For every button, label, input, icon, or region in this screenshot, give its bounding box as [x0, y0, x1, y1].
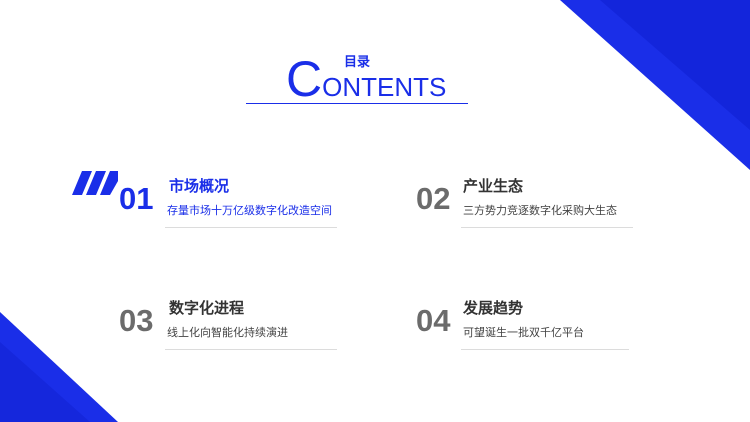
- stripes-icon: [72, 171, 118, 195]
- item-divider: [461, 227, 633, 228]
- item-title: 发展趋势: [463, 300, 524, 317]
- contents-heading-rest: ONTENTS: [322, 72, 447, 102]
- toc-item-03[interactable]: 03 数字化进程 线上化向智能化持续演进: [119, 297, 337, 357]
- corner-decoration-top-right: [560, 0, 750, 170]
- toc-item-04[interactable]: 04 发展趋势 可望诞生一批双千亿平台: [416, 297, 629, 357]
- item-title: 市场概况: [169, 178, 230, 195]
- item-divider: [165, 349, 337, 350]
- item-divider: [461, 349, 629, 350]
- contents-header: 目录 CONTENTS: [246, 48, 468, 108]
- contents-heading: CONTENTS: [286, 54, 446, 104]
- item-number: 03: [119, 303, 154, 338]
- item-number: 02: [416, 181, 451, 216]
- contents-heading-initial: C: [286, 51, 323, 107]
- toc-item-02[interactable]: 02 产业生态 三方势力竞逐数字化采购大生态: [416, 175, 633, 235]
- item-description: 存量市场十万亿级数字化改造空间: [167, 205, 332, 217]
- item-description: 可望诞生一批双千亿平台: [463, 327, 584, 339]
- item-number: 01: [119, 181, 154, 216]
- item-description: 三方势力竞逐数字化采购大生态: [463, 205, 617, 217]
- item-title: 数字化进程: [169, 300, 245, 317]
- item-divider: [165, 227, 337, 228]
- toc-item-01[interactable]: 01 市场概况 存量市场十万亿级数字化改造空间: [119, 175, 337, 235]
- header-divider: [246, 103, 468, 104]
- item-description: 线上化向智能化持续演进: [167, 327, 288, 339]
- corner-decoration-bottom-left: [0, 312, 118, 422]
- item-title: 产业生态: [463, 178, 524, 195]
- item-number: 04: [416, 303, 451, 338]
